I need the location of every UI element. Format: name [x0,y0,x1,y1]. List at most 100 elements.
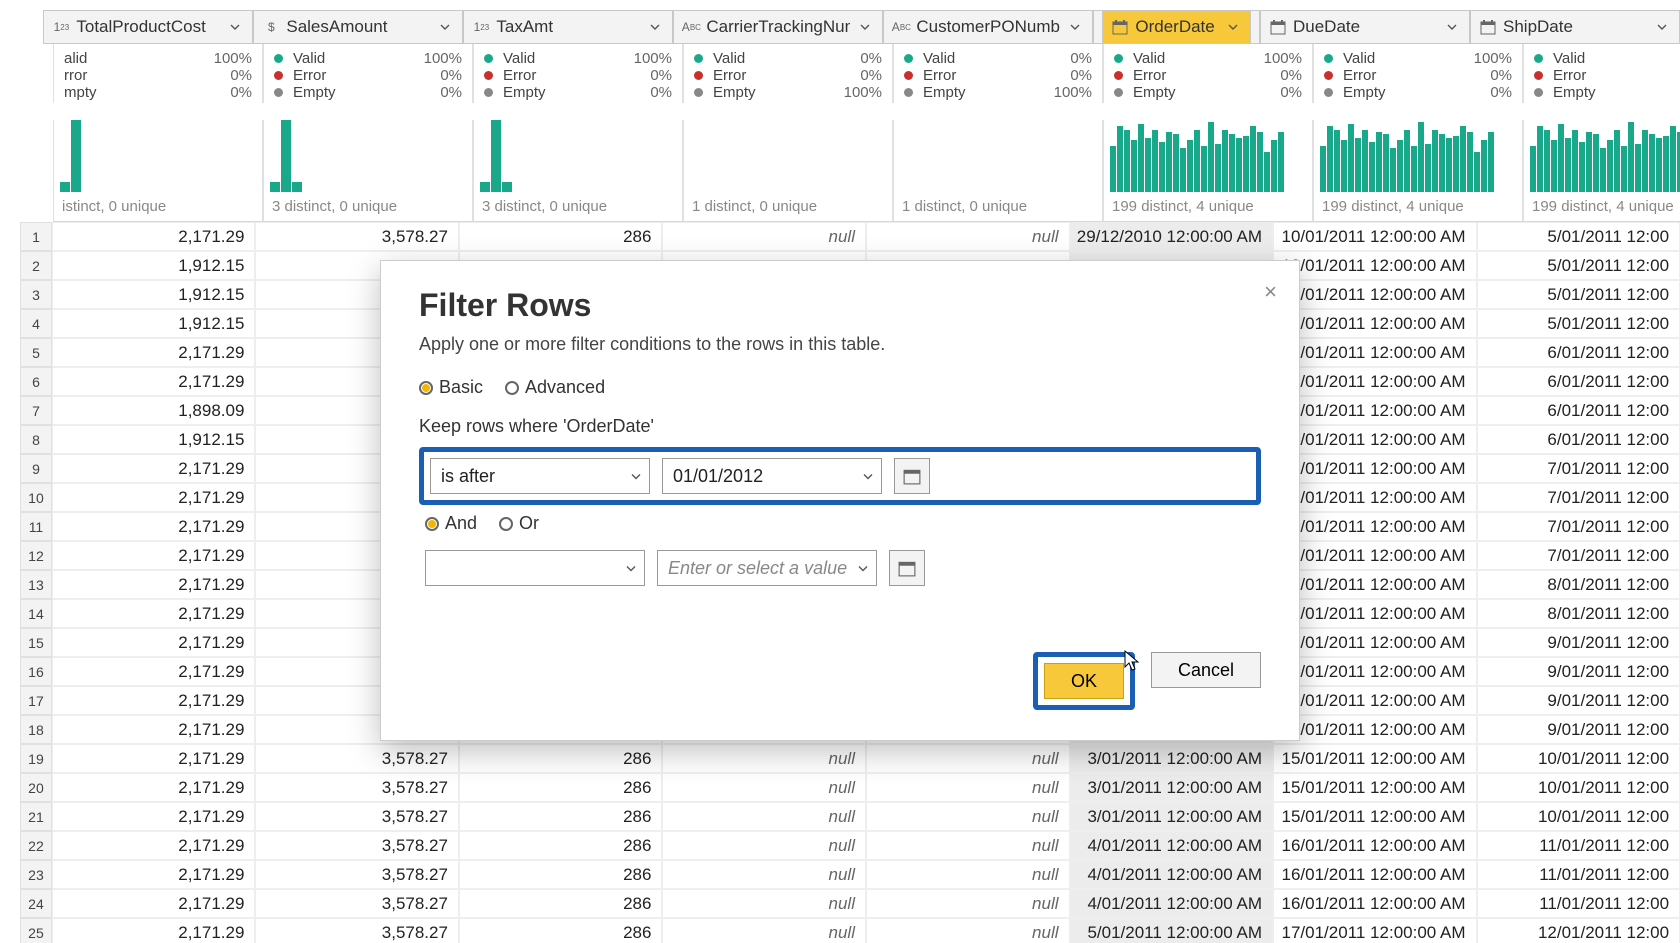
cell[interactable]: null [866,222,1070,251]
cell[interactable]: 11/01/2011 12:00:00 AM [1273,338,1477,367]
column-header-DueDate[interactable]: DueDate [1260,10,1470,44]
cell[interactable]: 7/01/2011 12:00 [1477,454,1680,483]
cell[interactable]: 286 [459,802,663,831]
cell[interactable]: 12/01/2011 12:00:00 AM [1273,483,1477,512]
cell[interactable]: 9/01/2011 12:00 [1477,657,1680,686]
row-number[interactable]: 9 [20,454,52,483]
calendar-icon[interactable] [894,458,930,494]
cell[interactable]: 10/01/2011 12:00:00 AM [1273,280,1477,309]
cell[interactable]: 17/01/2011 12:00:00 AM [1273,918,1477,943]
cell[interactable]: 2,171.29 [52,744,256,773]
cell[interactable]: 3,578.27 [255,918,459,943]
cell[interactable]: 2,171.29 [52,831,256,860]
cell[interactable]: 2,171.29 [52,570,256,599]
cell[interactable]: 286 [459,860,663,889]
ok-button[interactable]: OK [1044,663,1124,699]
cell[interactable]: 2,171.29 [52,222,256,251]
chevron-down-icon[interactable] [646,18,664,36]
cell[interactable]: 2,171.29 [52,483,256,512]
row-number[interactable]: 15 [20,628,52,657]
radio-and[interactable] [425,517,439,531]
cell[interactable]: 9/01/2011 12:00 [1477,628,1680,657]
cell[interactable]: 2,171.29 [52,889,256,918]
cell[interactable]: null [662,860,866,889]
cell[interactable]: 2,171.29 [52,541,256,570]
row-number[interactable]: 21 [20,802,52,831]
cell[interactable]: 3,578.27 [255,831,459,860]
cell[interactable]: 14/01/2011 12:00:00 AM [1273,715,1477,744]
cell[interactable]: 1,912.15 [52,425,256,454]
row-number[interactable]: 7 [20,396,52,425]
cell[interactable]: 5/01/2011 12:00 [1477,280,1680,309]
row-number[interactable]: 13 [20,570,52,599]
chevron-down-icon[interactable] [856,18,874,36]
column-header-TaxAmt[interactable]: 123TaxAmt [463,10,673,44]
cell[interactable]: 10/01/2011 12:00 [1477,773,1680,802]
row-number[interactable]: 23 [20,860,52,889]
cell[interactable]: 10/01/2011 12:00 [1477,802,1680,831]
cell[interactable]: 286 [459,222,663,251]
cell[interactable]: null [662,222,866,251]
cell[interactable]: 16/01/2011 12:00:00 AM [1273,831,1477,860]
row-number[interactable]: 10 [20,483,52,512]
chevron-down-icon[interactable] [436,18,454,36]
cell[interactable]: 7/01/2011 12:00 [1477,541,1680,570]
cell[interactable]: 16/01/2011 12:00:00 AM [1273,860,1477,889]
cell[interactable]: 16/01/2011 12:00:00 AM [1273,889,1477,918]
cell[interactable]: 3/01/2011 12:00:00 AM [1070,802,1274,831]
cell[interactable]: 9/01/2011 12:00 [1477,686,1680,715]
row-number[interactable]: 1 [20,222,52,251]
cell[interactable]: 2,171.29 [52,454,256,483]
cell[interactable]: 15/01/2011 12:00:00 AM [1273,744,1477,773]
cell[interactable]: 2,171.29 [52,860,256,889]
row-number[interactable]: 12 [20,541,52,570]
row-number[interactable]: 18 [20,715,52,744]
chevron-down-icon[interactable] [1066,18,1084,36]
cell[interactable]: 7/01/2011 12:00 [1477,512,1680,541]
value-input-2[interactable]: Enter or select a value [657,550,877,586]
cell[interactable]: 13/01/2011 12:00:00 AM [1273,570,1477,599]
cell[interactable]: 6/01/2011 12:00 [1477,338,1680,367]
row-number[interactable]: 14 [20,599,52,628]
cell[interactable]: 11/01/2011 12:00:00 AM [1273,367,1477,396]
calendar-icon-2[interactable] [889,550,925,586]
cell[interactable]: 12/01/2011 12:00:00 AM [1273,512,1477,541]
cell[interactable]: 11/01/2011 12:00:00 AM [1273,396,1477,425]
cell[interactable]: null [866,802,1070,831]
column-header-OrderDate[interactable]: OrderDate [1102,10,1251,44]
cell[interactable]: null [866,860,1070,889]
cancel-button[interactable]: Cancel [1151,652,1261,688]
cell[interactable]: 3,578.27 [255,222,459,251]
cell[interactable]: 6/01/2011 12:00 [1477,396,1680,425]
cell[interactable]: 3/01/2011 12:00:00 AM [1070,773,1274,802]
cell[interactable]: 5/01/2011 12:00 [1477,222,1680,251]
cell[interactable]: null [866,773,1070,802]
operator-select-2[interactable] [425,550,645,586]
chevron-down-icon[interactable] [226,18,244,36]
cell[interactable]: 2,171.29 [52,657,256,686]
cell[interactable]: 1,912.15 [52,280,256,309]
cell[interactable]: 12/01/2011 12:00:00 AM [1273,454,1477,483]
cell[interactable]: 15/01/2011 12:00:00 AM [1273,802,1477,831]
cell[interactable]: null [662,918,866,943]
cell[interactable]: 5/01/2011 12:00 [1477,251,1680,280]
chevron-down-icon[interactable] [1224,18,1242,36]
cell[interactable]: 286 [459,889,663,918]
cell[interactable]: 10/01/2011 12:00:00 AM [1273,309,1477,338]
cell[interactable]: null [866,831,1070,860]
column-header-TotalProductCost[interactable]: 123TotalProductCost [43,10,253,44]
cell[interactable]: 1,898.09 [52,396,256,425]
row-number[interactable]: 25 [20,918,52,943]
cell[interactable]: 2,171.29 [52,686,256,715]
cell[interactable]: 3,578.27 [255,889,459,918]
cell[interactable]: 11/01/2011 12:00:00 AM [1273,425,1477,454]
cell[interactable]: 3,578.27 [255,860,459,889]
row-number[interactable]: 19 [20,744,52,773]
cell[interactable]: 6/01/2011 12:00 [1477,425,1680,454]
cell[interactable]: null [662,744,866,773]
cell[interactable]: 1,912.15 [52,309,256,338]
radio-basic[interactable] [419,381,433,395]
cell[interactable]: 13/01/2011 12:00:00 AM [1273,599,1477,628]
column-header-SalesAmount[interactable]: $SalesAmount [253,10,463,44]
cell[interactable]: null [866,889,1070,918]
